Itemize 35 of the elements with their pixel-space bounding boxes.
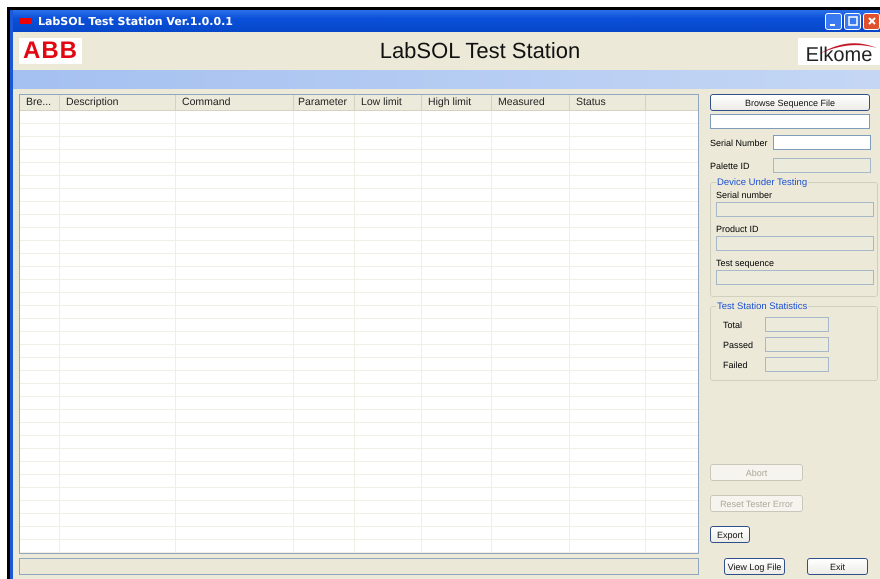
- window-title: LabSOL Test Station Ver.1.0.0.1: [38, 14, 233, 28]
- column-header[interactable]: Command: [176, 95, 294, 110]
- column-header[interactable]: Bre...: [20, 95, 60, 110]
- column-header[interactable]: Measured: [492, 95, 570, 110]
- abb-logo: ABB: [19, 38, 82, 64]
- group-title: Test Station Statistics: [716, 301, 808, 312]
- close-icon: [866, 16, 876, 26]
- field-label: Total: [723, 320, 744, 330]
- field-label: Test sequence: [716, 258, 776, 268]
- app-icon: [19, 18, 31, 24]
- action-button[interactable]: Exit: [807, 558, 868, 575]
- group-title: Device Under Testing: [716, 177, 808, 188]
- maximize-button[interactable]: [844, 12, 861, 30]
- field-label: Product ID: [716, 224, 760, 234]
- input-field[interactable]: [773, 135, 871, 150]
- close-button[interactable]: [863, 12, 880, 30]
- app-title: LabSOL Test Station: [378, 38, 582, 64]
- minimize-button[interactable]: [825, 12, 842, 30]
- column-header[interactable]: Description: [60, 95, 176, 110]
- field-label: Serial number: [716, 190, 774, 200]
- column-header[interactable]: Low limit: [355, 95, 422, 110]
- action-button[interactable]: View Log File: [724, 558, 785, 575]
- file-path-field[interactable]: [710, 114, 870, 129]
- field-label: Serial Number: [710, 138, 768, 148]
- field-label: Failed: [723, 360, 749, 370]
- elkome-logo: Elkome: [798, 38, 880, 64]
- browse-button[interactable]: Browse Sequence File: [710, 94, 870, 111]
- column-header[interactable]: Status: [570, 95, 646, 110]
- field-label: Passed: [723, 340, 754, 350]
- field-label: Palette ID: [710, 160, 750, 170]
- action-button[interactable]: Export: [710, 526, 750, 543]
- column-header[interactable]: Parameter: [294, 95, 355, 110]
- maximize-icon: [848, 16, 858, 26]
- minimize-icon: [830, 24, 835, 26]
- column-header[interactable]: High limit: [422, 95, 492, 110]
